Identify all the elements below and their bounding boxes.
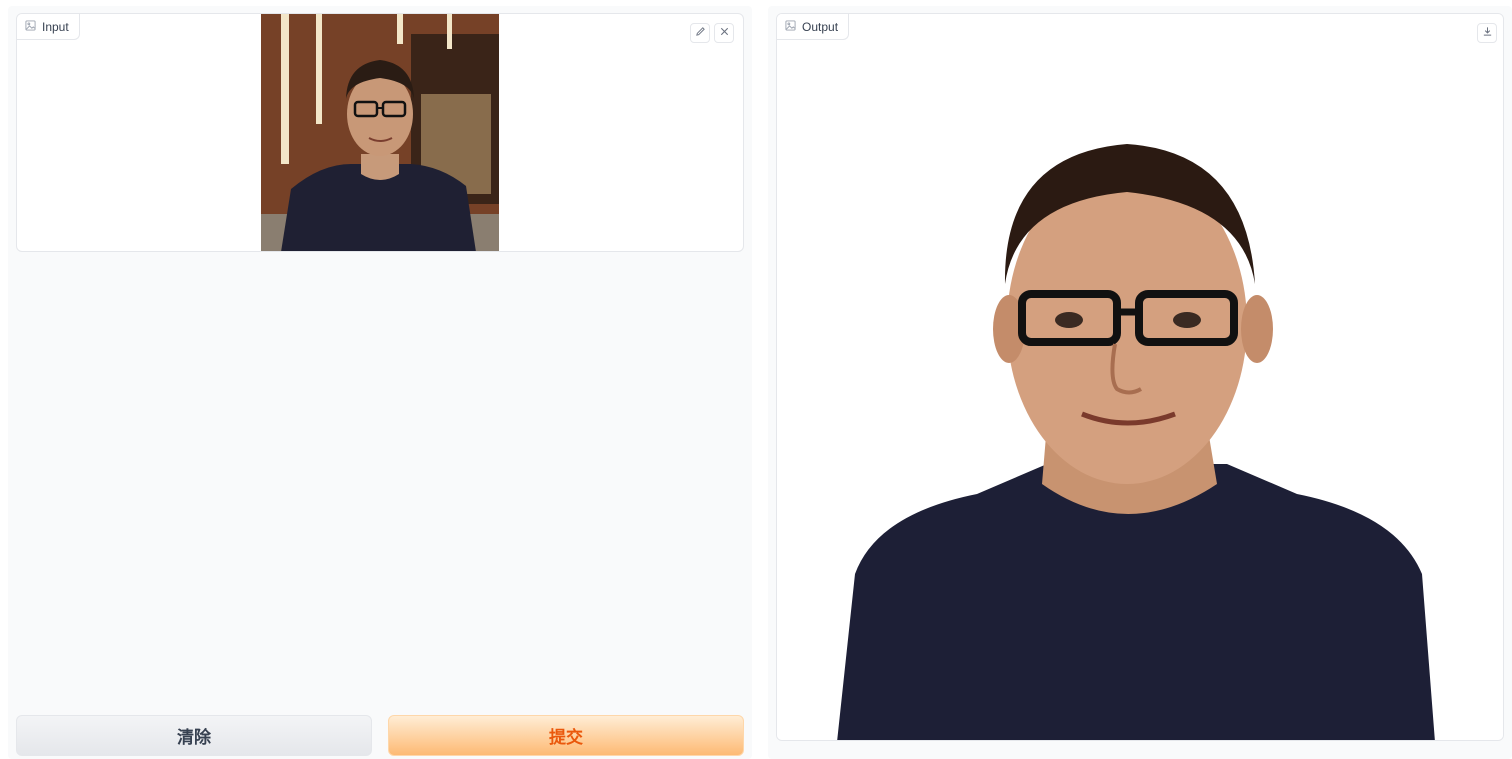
download-icon [1482, 24, 1493, 42]
clear-image-button[interactable] [714, 23, 734, 43]
input-image-panel[interactable]: Input [16, 13, 744, 252]
output-photo [777, 14, 1503, 740]
output-label-tag: Output [777, 14, 850, 40]
pencil-icon [695, 24, 706, 42]
clear-button[interactable]: 清除 [16, 715, 372, 756]
output-label: Output [802, 19, 839, 34]
input-column: Input 清除 提交 [8, 6, 752, 759]
input-photo [261, 14, 499, 251]
input-label: Input [42, 19, 69, 34]
output-image-panel: Output [776, 13, 1504, 741]
image-icon [25, 19, 36, 34]
submit-button-label: 提交 [549, 728, 583, 747]
output-column: Output [768, 6, 1512, 759]
submit-button[interactable]: 提交 [388, 715, 744, 756]
download-button[interactable] [1477, 23, 1497, 43]
input-label-tag: Input [17, 14, 80, 40]
clear-button-label: 清除 [177, 728, 211, 747]
image-icon [785, 19, 796, 34]
edit-button[interactable] [690, 23, 710, 43]
close-icon [719, 24, 730, 42]
